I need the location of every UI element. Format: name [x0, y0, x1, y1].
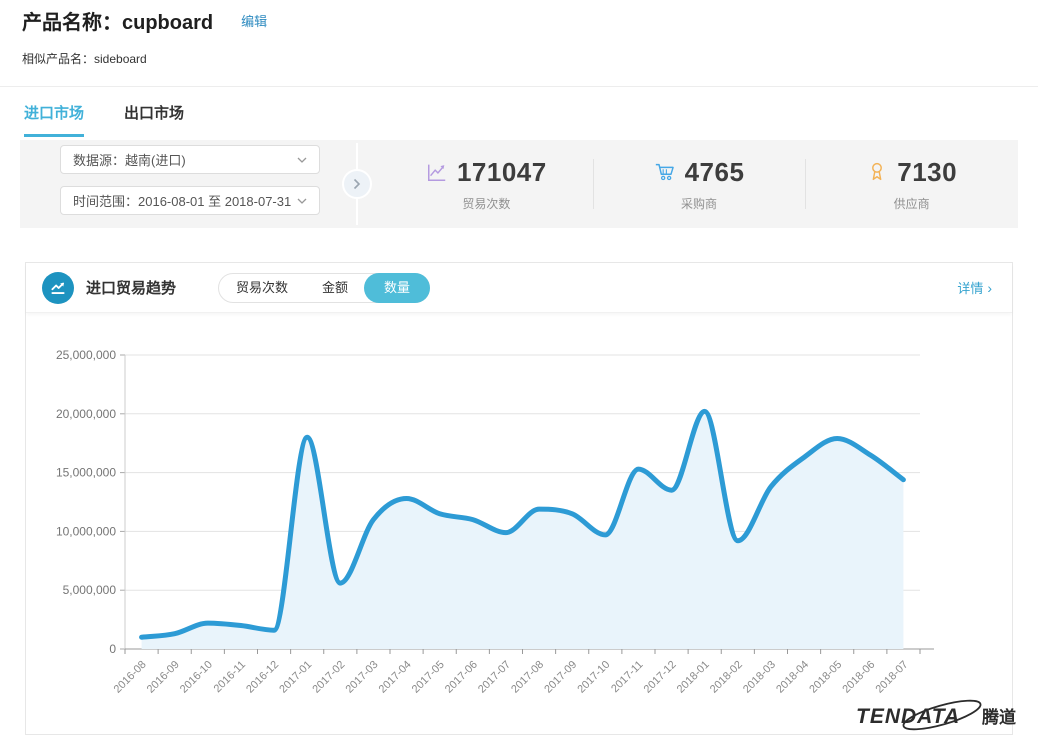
- svg-text:2017-04: 2017-04: [377, 659, 414, 696]
- svg-text:10,000,000: 10,000,000: [56, 524, 116, 538]
- svg-text:2018-04: 2018-04: [774, 659, 811, 696]
- toggle-trade-count[interactable]: 贸易次数: [219, 274, 305, 302]
- x-axis-labels: 2016-082016-092016-102016-112016-122017-…: [112, 659, 911, 696]
- trend-line-icon: [48, 278, 68, 298]
- svg-text:2017-02: 2017-02: [310, 659, 347, 696]
- series-area: [142, 411, 904, 649]
- svg-text:5,000,000: 5,000,000: [63, 583, 117, 597]
- stat-value: 171047: [457, 157, 547, 188]
- stat-label: 贸易次数: [462, 195, 510, 212]
- detail-label: 详情: [957, 278, 983, 297]
- svg-text:2018-05: 2018-05: [807, 659, 844, 696]
- svg-text:2018-07: 2018-07: [874, 659, 911, 696]
- stat-label: 采购商: [681, 195, 717, 212]
- filter-panel: 数据源：越南(进口) 时间范围：2016-08-01 至 2018-07-31 …: [20, 140, 1018, 228]
- page-title: 产品名称：cupboard: [22, 6, 213, 35]
- page-header: 产品名称：cupboard 编辑: [22, 6, 267, 35]
- cart-icon: [654, 161, 676, 183]
- chevron-right-icon: [353, 178, 361, 190]
- trend-chart: 0 5,000,000 10,000,000 15,000,000 20,000,000…: [26, 315, 1012, 734]
- stat-value: 4765: [685, 157, 745, 188]
- svg-text:2017-01: 2017-01: [277, 659, 314, 696]
- logo-cn: 腾道: [982, 707, 1016, 727]
- svg-text:2016-08: 2016-08: [112, 659, 149, 696]
- svg-text:0: 0: [109, 642, 116, 656]
- svg-text:2017-09: 2017-09: [542, 659, 579, 696]
- stat-trade-count: 171047 贸易次数: [380, 140, 593, 228]
- similar-product-label: 相似产品名：sideboard: [22, 50, 147, 67]
- svg-text:25,000,000: 25,000,000: [56, 348, 116, 362]
- y-axis-labels: 0 5,000,000 10,000,000 15,000,000 20,000,000…: [56, 348, 116, 656]
- medal-icon: [866, 161, 888, 183]
- svg-text:20,000,000: 20,000,000: [56, 407, 116, 421]
- svg-text:2016-10: 2016-10: [178, 659, 215, 696]
- svg-text:15,000,000: 15,000,000: [56, 466, 116, 480]
- stat-label: 供应商: [894, 195, 930, 212]
- svg-text:2017-11: 2017-11: [609, 659, 645, 695]
- svg-text:2016-11: 2016-11: [212, 659, 248, 695]
- logo-latin: TENDATA: [856, 705, 960, 728]
- x-axis-ticks: [125, 649, 920, 654]
- svg-text:2017-10: 2017-10: [575, 659, 612, 696]
- tendata-logo-graphic: TENDATA 腾道: [854, 696, 1024, 738]
- svg-text:2017-03: 2017-03: [344, 659, 381, 696]
- trend-card-header: 进口贸易趋势 贸易次数 金额 数量 详情 ›: [26, 263, 1012, 313]
- toggle-amount[interactable]: 金额: [305, 274, 365, 302]
- detail-link[interactable]: 详情 ›: [957, 278, 992, 297]
- expand-button[interactable]: [342, 169, 372, 199]
- svg-text:2017-07: 2017-07: [476, 659, 513, 696]
- stat-buyers: 4765 采购商: [593, 140, 806, 228]
- chevron-right-icon: ›: [987, 281, 992, 295]
- svg-text:2017-06: 2017-06: [443, 659, 480, 696]
- trend-title: 进口贸易趋势: [86, 277, 176, 298]
- svg-text:2017-12: 2017-12: [642, 659, 679, 696]
- svg-text:2018-03: 2018-03: [741, 659, 778, 696]
- data-source-dropdown[interactable]: 数据源：越南(进口): [60, 145, 320, 174]
- tab-export-market[interactable]: 出口市场: [124, 102, 184, 137]
- market-tab-bar: 进口市场 出口市场: [24, 102, 184, 137]
- stat-value: 7130: [897, 157, 957, 188]
- chevron-down-icon: [297, 198, 307, 204]
- stat-suppliers: 7130 供应商: [805, 140, 1018, 228]
- svg-text:2017-05: 2017-05: [410, 659, 447, 696]
- line-chart-icon: [426, 161, 448, 183]
- svg-text:2016-09: 2016-09: [145, 659, 182, 696]
- svg-text:2016-12: 2016-12: [244, 659, 281, 696]
- data-source-value: 数据源：越南(进口): [73, 150, 186, 169]
- metric-toggle-group: 贸易次数 金额 数量: [218, 273, 430, 303]
- trend-icon: [42, 272, 74, 304]
- tab-import-market[interactable]: 进口市场: [24, 102, 84, 137]
- header-divider: [0, 86, 1038, 87]
- edit-link[interactable]: 编辑: [241, 11, 267, 30]
- time-range-value: 时间范围：2016-08-01 至 2018-07-31: [73, 191, 291, 210]
- svg-text:2018-01: 2018-01: [675, 659, 712, 696]
- tendata-logo: TENDATA 腾道: [854, 696, 1024, 738]
- svg-text:2018-06: 2018-06: [840, 659, 877, 696]
- svg-text:2017-08: 2017-08: [509, 659, 546, 696]
- chevron-down-icon: [297, 157, 307, 163]
- time-range-dropdown[interactable]: 时间范围：2016-08-01 至 2018-07-31: [60, 186, 320, 215]
- svg-text:2018-02: 2018-02: [708, 659, 745, 696]
- toggle-quantity[interactable]: 数量: [364, 273, 430, 303]
- import-trend-card: 进口贸易趋势 贸易次数 金额 数量 详情 › 0 5,000,000 10,000,…: [25, 262, 1013, 735]
- stats-row: 171047 贸易次数 4765 采购商: [380, 140, 1018, 228]
